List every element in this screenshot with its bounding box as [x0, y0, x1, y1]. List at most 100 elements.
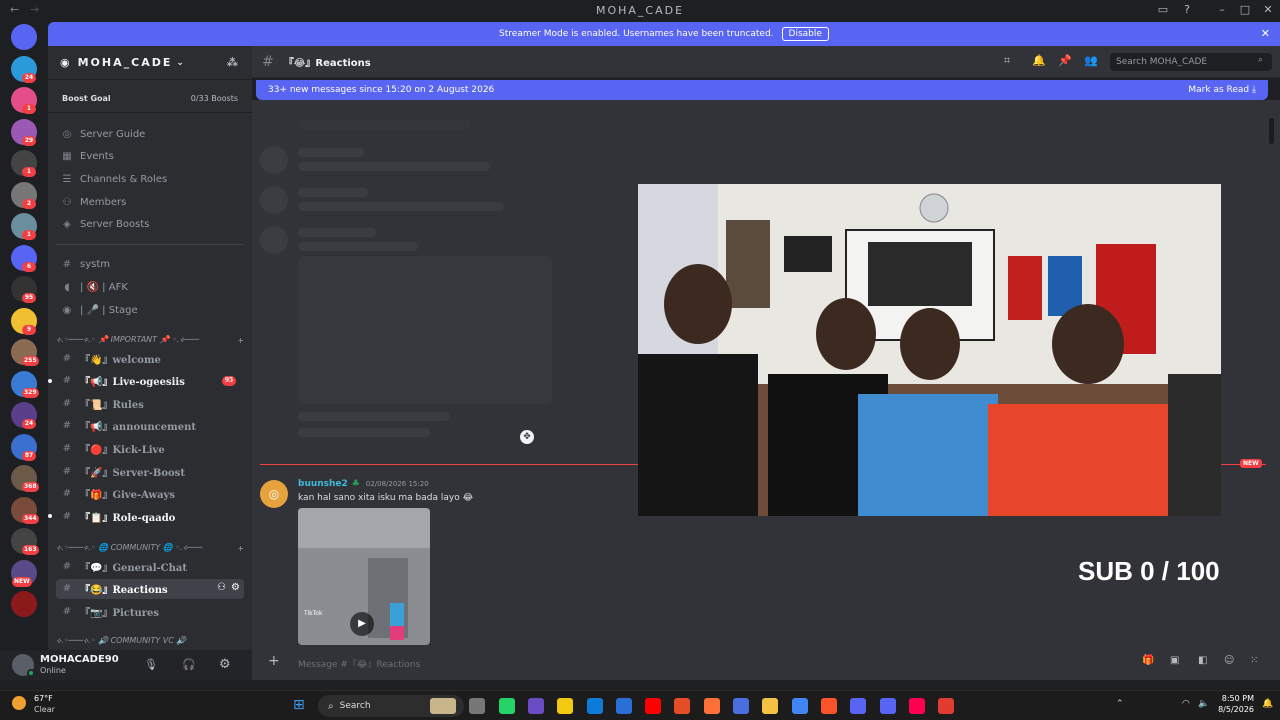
channel-item[interactable]: # 『📷』Pictures: [56, 601, 244, 621]
play-icon[interactable]: ▶: [350, 612, 374, 636]
add-attachment-icon[interactable]: +: [268, 653, 280, 669]
sticker-icon[interactable]: ◧: [1198, 655, 1207, 666]
sub-counter: SUB 0 / 100: [1078, 556, 1220, 586]
category-community-vc[interactable]: ⟡.◦───⟡.◦ 🔊 COMMUNITY VC 🔊: [56, 634, 244, 648]
close-window-icon[interactable]: ✕: [1261, 3, 1275, 17]
gift-icon[interactable]: 🎁: [1142, 655, 1154, 666]
outlook-icon[interactable]: [615, 698, 632, 714]
whatsapp-icon[interactable]: [498, 698, 515, 714]
gif-icon[interactable]: ▣: [1170, 655, 1179, 666]
firefox-icon[interactable]: [703, 698, 720, 714]
streamer-mode-banner: Streamer Mode is enabled. Usernames have…: [48, 22, 1280, 46]
discord-icon[interactable]: [879, 698, 896, 714]
notification-bell-icon[interactable]: 🔔: [1262, 699, 1273, 709]
channel-item[interactable]: # 『🎁』Give-Aways: [56, 484, 244, 504]
add-channel-icon[interactable]: +: [237, 544, 244, 553]
channel-item[interactable]: ◖ | 🔇 | AFK: [56, 277, 244, 297]
new-messages-bar[interactable]: 33+ new messages since 15:20 on 2 August…: [256, 80, 1268, 100]
category-community[interactable]: ⟡.◦───⟡.◦ 🌐 COMMUNITY 🌐 ◦.⟡─── +: [56, 540, 244, 556]
chrome-icon[interactable]: [674, 698, 691, 714]
drag-cursor-icon: ✥: [520, 430, 534, 444]
cortana-icon[interactable]: [850, 698, 867, 714]
channel-item[interactable]: # 『👋』welcome: [56, 348, 244, 368]
channel-item[interactable]: # systm: [56, 254, 244, 274]
server-icon[interactable]: [11, 24, 37, 50]
add-member-icon[interactable]: ⁂: [227, 56, 240, 69]
inbox-icon[interactable]: ▭: [1156, 3, 1170, 17]
video-attachment[interactable]: TikTok ▶: [298, 508, 430, 645]
nav-item-label: Members: [80, 196, 127, 208]
teams-icon[interactable]: [527, 698, 544, 714]
server-header[interactable]: ◉ MOHA_CADE ⌄ ⁂: [48, 46, 252, 80]
nav-item-events[interactable]: ▦ Events: [56, 147, 244, 167]
channel-item[interactable]: # 『📜』Rules: [56, 393, 244, 413]
help-icon[interactable]: ?: [1180, 3, 1194, 17]
author-name[interactable]: buunshe2: [298, 479, 348, 489]
headphones-icon[interactable]: 🎧: [182, 658, 196, 671]
channel-item[interactable]: # 『📢』Live-ogeesiis 95: [48, 371, 244, 391]
tiktok-icon[interactable]: [908, 698, 925, 714]
loading-placeholder: [260, 146, 288, 174]
pin-icon[interactable]: 📌: [1058, 54, 1072, 67]
channel-item[interactable]: # 『💬』General-Chat: [56, 556, 244, 576]
app-icon[interactable]: [938, 698, 955, 714]
windows-start-icon[interactable]: ⊞: [293, 697, 305, 713]
nav-item-channels-roles[interactable]: ☰ Channels & Roles: [56, 169, 244, 189]
threads-icon[interactable]: ⌗: [1004, 54, 1010, 68]
task-view-icon[interactable]: [469, 698, 486, 714]
channel-item[interactable]: # 『🚀』Server-Boost: [56, 461, 244, 481]
bell-icon[interactable]: 🔔: [1032, 54, 1046, 67]
mark-as-read-button[interactable]: Mark as Read ⤓: [1188, 85, 1256, 95]
maximize-icon[interactable]: □: [1238, 3, 1252, 17]
youtube-icon[interactable]: [645, 698, 662, 714]
author-avatar[interactable]: ◎: [260, 480, 288, 508]
search-input[interactable]: Search MOHA_CADE: [1110, 53, 1272, 71]
channel-item[interactable]: ◉ | 🎤 | Stage: [56, 300, 244, 320]
channel-item[interactable]: # 『📋』Role-qaado: [48, 506, 244, 526]
banner-close-icon[interactable]: ✕: [1261, 27, 1270, 40]
vs-icon[interactable]: [733, 698, 749, 714]
file-explorer-icon[interactable]: [762, 698, 779, 714]
store-icon[interactable]: [557, 698, 574, 714]
volume-icon[interactable]: 🔈: [1198, 699, 1209, 709]
edge-icon[interactable]: [586, 698, 603, 714]
nav-item-server-boosts[interactable]: ◈ Server Boosts: [56, 215, 244, 235]
avatar[interactable]: [12, 654, 35, 677]
category-important[interactable]: ⟡.◦───⟡.◦ 📌 IMPORTANT 📌 ◦.⟡─── +: [56, 332, 244, 348]
boost-icon: ◈: [63, 219, 71, 231]
scrollbar[interactable]: [1269, 118, 1274, 144]
nav-item-members[interactable]: ⚇ Members: [56, 192, 244, 212]
chevron-up-icon[interactable]: ⌃: [1116, 699, 1124, 709]
minimize-icon[interactable]: –: [1215, 3, 1229, 17]
nav-item-server-guide[interactable]: ◎ Server Guide: [56, 124, 244, 144]
message-content: kan hal sano xita isku ma bada layo 😂: [298, 493, 474, 503]
channel-settings-icon[interactable]: ⚙: [231, 582, 240, 593]
members-icon: ⚇: [62, 196, 72, 208]
message-input[interactable]: Message #『😂』Reactions: [298, 657, 420, 670]
message-header: buunshe2 ♣ 02/08/2026 15:20: [298, 479, 429, 489]
microphone-icon[interactable]: 🎙: [144, 658, 158, 671]
channel-item[interactable]: # 『🔴』Kick-Live: [56, 438, 244, 458]
boost-goal[interactable]: Boost Goal 0/33 Boosts: [56, 88, 244, 108]
settings-gear-icon[interactable]: ⚙: [219, 657, 231, 672]
add-channel-icon[interactable]: +: [237, 336, 244, 345]
apps-icon[interactable]: ⁙: [1250, 655, 1258, 666]
disable-button[interactable]: Disable: [781, 27, 829, 41]
channel-item[interactable]: # 『📢』announcement: [56, 416, 244, 436]
loading-placeholder: [298, 242, 418, 251]
calendar-icon: ▦: [62, 151, 72, 163]
add-member-icon[interactable]: ⚇: [217, 582, 226, 593]
emoji-icon[interactable]: ☺: [1224, 655, 1234, 666]
widgets-icon[interactable]: [430, 698, 456, 714]
brave-icon[interactable]: [820, 698, 837, 714]
channel-item[interactable]: # 『😂』Reactions ⚇ ⚙: [56, 578, 244, 599]
members-list-icon[interactable]: 👥: [1084, 54, 1098, 67]
channel-label: 『📢』Live-ogeesiis: [80, 377, 185, 389]
weather-icon[interactable]: [12, 696, 26, 710]
mark-read-icon: ⤓: [1252, 85, 1256, 95]
chrome-icon[interactable]: [791, 698, 808, 714]
loading-placeholder: [260, 226, 288, 254]
wifi-icon[interactable]: ◠: [1182, 699, 1190, 709]
username[interactable]: MOHACADE90: [40, 654, 119, 665]
server-icon[interactable]: [11, 591, 37, 617]
